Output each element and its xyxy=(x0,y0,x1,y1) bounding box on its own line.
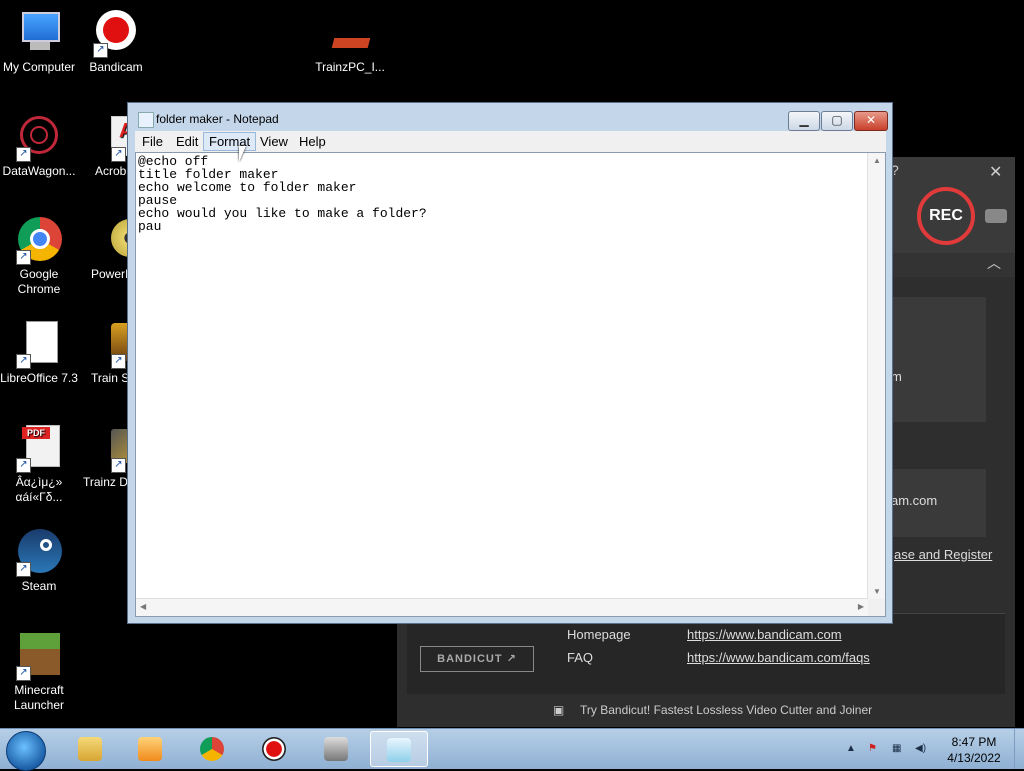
show-desktop-button[interactable] xyxy=(1014,729,1024,769)
taskbar-clock[interactable]: 8:47 PM 4/13/2022 xyxy=(938,734,1010,766)
scroll-left-icon[interactable]: ◀ xyxy=(140,602,146,611)
shortcut-arrow-icon: ↗ xyxy=(16,458,31,473)
taskbar-notepad[interactable] xyxy=(370,731,428,767)
datawagon-icon: ↗ xyxy=(16,114,62,162)
notepad-window[interactable]: folder maker - Notepad ▁ ▢ ✕ File Edit F… xyxy=(127,102,893,624)
taskbar-media-player[interactable] xyxy=(122,731,178,765)
shortcut-arrow-icon: ↗ xyxy=(93,43,108,58)
desktop-icon-bandicam[interactable]: ↗ Bandicam xyxy=(77,10,155,75)
bandicam-links-panel: BANDICUT ↗ Homepage https://www.bandicam… xyxy=(407,613,1005,694)
desktop-icon-label: My Computer xyxy=(2,60,76,74)
menu-view[interactable]: View xyxy=(255,133,293,150)
steam-icon: ↗ xyxy=(16,529,62,577)
scroll-right-icon[interactable]: ▶ xyxy=(858,602,864,611)
taskbar-explorer[interactable] xyxy=(62,731,118,765)
faq-label: FAQ xyxy=(567,650,594,665)
desktop-icon-label: LibreOffice 7.3 xyxy=(0,371,78,385)
window-title: folder maker - Notepad xyxy=(156,112,279,126)
taskbar: ▲ ⚑ ▦ ◀) 8:47 PM 4/13/2022 xyxy=(0,728,1024,771)
pdf-icon: PDF ↗ xyxy=(16,425,62,473)
desktop-icon-label: Bandicam xyxy=(89,60,143,74)
desktop-icon-label: TrainzPC_I... xyxy=(315,60,385,74)
clock-time: 8:47 PM xyxy=(951,735,997,749)
desktop-icon-trainzpc[interactable]: TrainzPC_I... xyxy=(311,10,389,75)
text-editor[interactable]: @echo off title folder maker echo welcom… xyxy=(135,152,886,617)
bandicut-button[interactable]: BANDICUT ↗ xyxy=(420,646,534,672)
libreoffice-icon: ↗ xyxy=(16,321,62,369)
menu-bar: File Edit Format View Help xyxy=(135,131,886,152)
shortcut-arrow-icon: ↗ xyxy=(16,562,31,577)
minimize-button[interactable]: ▁ xyxy=(788,111,820,131)
network-icon[interactable]: ▦ xyxy=(892,743,901,754)
desktop-icon-google-chrome[interactable]: ↗ Google Chrome xyxy=(0,217,78,297)
scroll-up-icon[interactable]: ▲ xyxy=(873,156,881,165)
menu-format[interactable]: Format xyxy=(203,132,257,151)
scroll-down-icon[interactable]: ▼ xyxy=(873,587,881,596)
show-hidden-icons-icon[interactable]: ▲ xyxy=(846,743,856,754)
desktop-icon-label: Âα¿ìμ¿» αáí«Γδ... xyxy=(15,475,63,504)
bandicam-icon xyxy=(262,737,286,761)
taskbar-bandicam[interactable] xyxy=(246,731,302,765)
shortcut-arrow-icon: ↗ xyxy=(16,147,31,162)
menu-file[interactable]: File xyxy=(137,133,168,150)
bandicam-footer[interactable]: ▣ Try Bandicut! Fastest Lossless Video C… xyxy=(397,697,1015,727)
computer-icon xyxy=(16,10,62,56)
desktop-icon-my-computer[interactable]: My Computer xyxy=(0,10,78,75)
faq-link[interactable]: https://www.bandicam.com/faqs xyxy=(687,650,870,665)
menu-edit[interactable]: Edit xyxy=(171,133,203,150)
minecraft-icon: ↗ xyxy=(16,633,62,681)
shortcut-arrow-icon: ↗ xyxy=(16,250,31,265)
chevron-up-icon[interactable]: ︿ xyxy=(987,253,1001,273)
rec-button[interactable]: REC xyxy=(917,187,975,245)
film-reel-icon xyxy=(324,737,348,761)
shortcut-arrow-icon: ↗ xyxy=(111,458,126,473)
bandicam-text: am.com xyxy=(891,493,938,508)
taskbar-movie-maker[interactable] xyxy=(308,731,364,765)
desktop-icon-label: Google Chrome xyxy=(17,267,61,296)
maximize-button[interactable]: ▢ xyxy=(821,111,853,131)
action-center-icon[interactable]: ⚑ xyxy=(868,743,877,754)
notepad-icon xyxy=(138,112,154,128)
chrome-icon: ↗ xyxy=(16,217,62,265)
desktop-icon-label: Steam xyxy=(21,579,57,593)
desktop-icon-datawagon[interactable]: ↗ DataWagon... xyxy=(0,114,78,179)
bandicam-panel xyxy=(891,297,986,422)
taskbar-chrome[interactable] xyxy=(184,731,240,765)
editor-content[interactable]: @echo off title folder maker echo welcom… xyxy=(138,155,427,233)
desktop-icon-libreoffice[interactable]: ↗ LibreOffice 7.3 xyxy=(0,321,78,386)
volume-icon[interactable]: ◀) xyxy=(915,743,926,754)
shortcut-arrow-icon: ↗ xyxy=(111,147,126,162)
start-button[interactable] xyxy=(6,731,46,771)
bandicam-icon: ↗ xyxy=(93,10,139,58)
mouse-cursor-icon xyxy=(239,146,246,162)
homepage-label: Homepage xyxy=(567,627,631,642)
resize-grip[interactable] xyxy=(868,599,885,616)
register-link[interactable]: ase and Register xyxy=(894,547,992,562)
camera-icon[interactable] xyxy=(985,209,1007,223)
homepage-link[interactable]: https://www.bandicam.com xyxy=(687,627,842,642)
horizontal-scrollbar[interactable]: ◀ ▶ xyxy=(136,598,868,616)
desktop-icon-label: Minecraft Launcher xyxy=(13,683,65,712)
clock-date: 4/13/2022 xyxy=(947,751,1001,765)
shortcut-arrow-icon: ↗ xyxy=(16,666,31,681)
chat-icon: ▣ xyxy=(553,703,565,717)
chrome-icon xyxy=(200,737,224,761)
desktop-icon-label: DataWagon... xyxy=(2,164,76,178)
menu-help[interactable]: Help xyxy=(294,133,331,150)
bandicut-promo-text: Try Bandicut! Fastest Lossless Video Cut… xyxy=(580,703,873,717)
desktop-icon-minecraft-launcher[interactable]: ↗ Minecraft Launcher xyxy=(0,633,78,713)
trainz-logo-icon xyxy=(327,10,373,56)
folder-icon xyxy=(78,737,102,761)
shortcut-arrow-icon: ↗ xyxy=(111,354,126,369)
notepad-icon xyxy=(387,738,411,762)
desktop-icon-steam[interactable]: ↗ Steam xyxy=(0,529,78,594)
media-player-icon xyxy=(138,737,162,761)
vertical-scrollbar[interactable]: ▲ ▼ xyxy=(867,153,885,599)
close-icon[interactable]: ✕ xyxy=(989,162,1002,182)
shortcut-arrow-icon: ↗ xyxy=(16,354,31,369)
desktop-icon-pdf-file[interactable]: PDF ↗ Âα¿ìμ¿» αáí«Γδ... xyxy=(0,425,78,505)
close-button[interactable]: ✕ xyxy=(854,111,888,131)
